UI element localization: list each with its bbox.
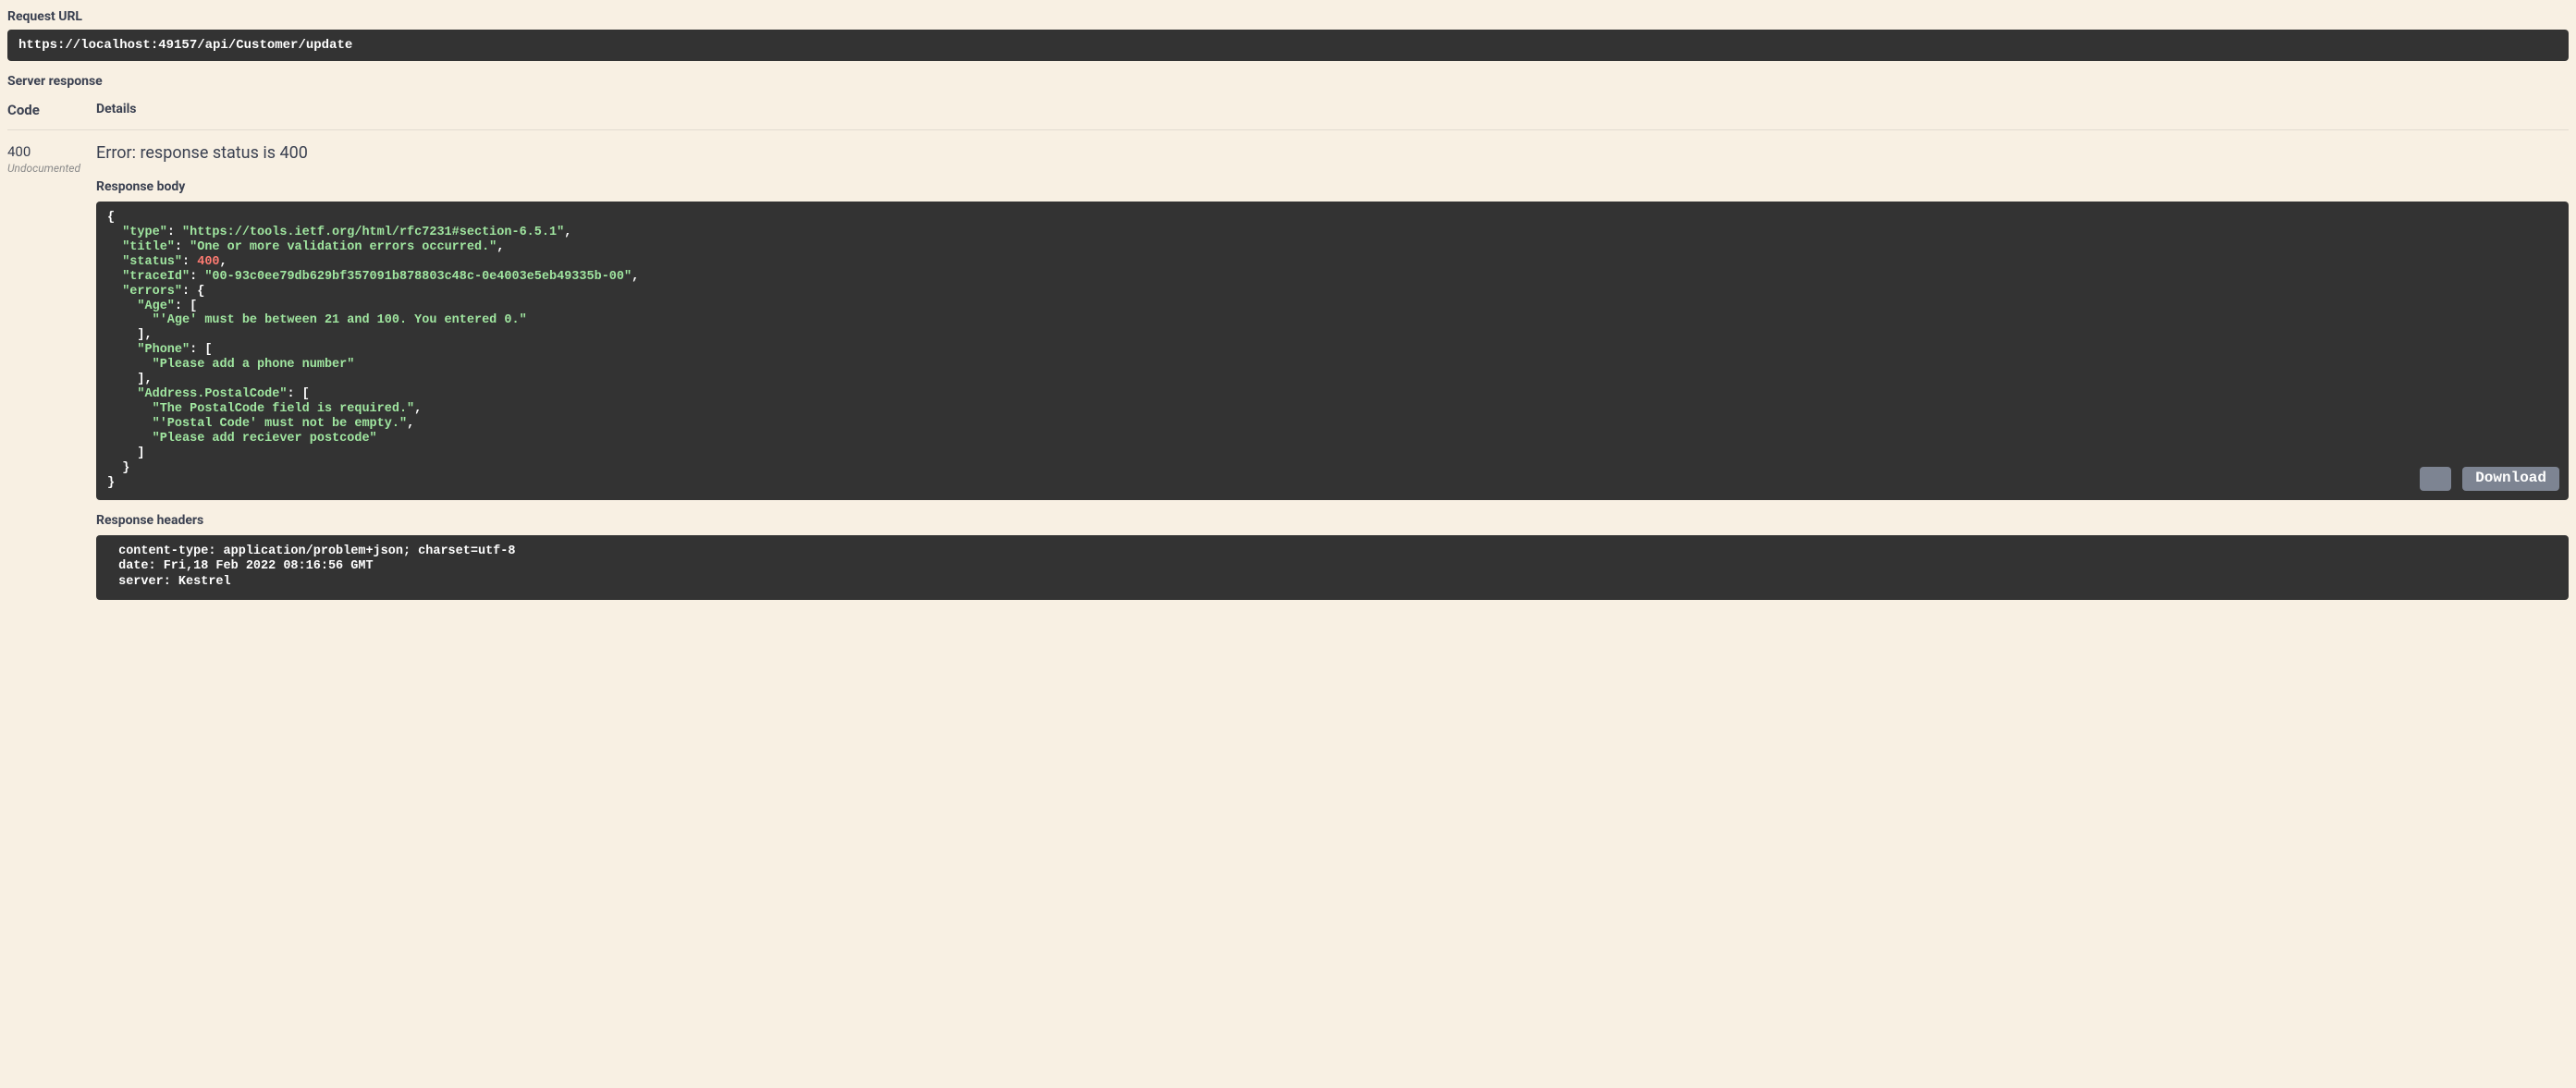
code-column-header: Code: [7, 102, 96, 130]
response-headers-block[interactable]: content-type: application/problem+json; …: [96, 535, 2569, 601]
copy-button[interactable]: [2420, 467, 2451, 491]
response-details-cell: Error: response status is 400 Response b…: [96, 130, 2569, 600]
response-undocumented: Undocumented: [7, 162, 96, 175]
response-body-block[interactable]: { "type": "https://tools.ietf.org/html/r…: [96, 202, 2569, 500]
response-code: 400: [7, 143, 96, 160]
response-headers-label: Response headers: [96, 513, 2569, 528]
response-code-cell: 400 Undocumented: [7, 130, 96, 600]
response-body-label: Response body: [96, 179, 2569, 194]
server-response-label: Server response: [7, 74, 2569, 89]
request-url-value[interactable]: https://localhost:49157/api/Customer/upd…: [7, 30, 2569, 61]
download-button[interactable]: Download: [2462, 467, 2559, 491]
error-message: Error: response status is 400: [96, 143, 2569, 163]
request-url-label: Request URL: [7, 9, 2569, 24]
details-column-header: Details: [96, 102, 2569, 130]
